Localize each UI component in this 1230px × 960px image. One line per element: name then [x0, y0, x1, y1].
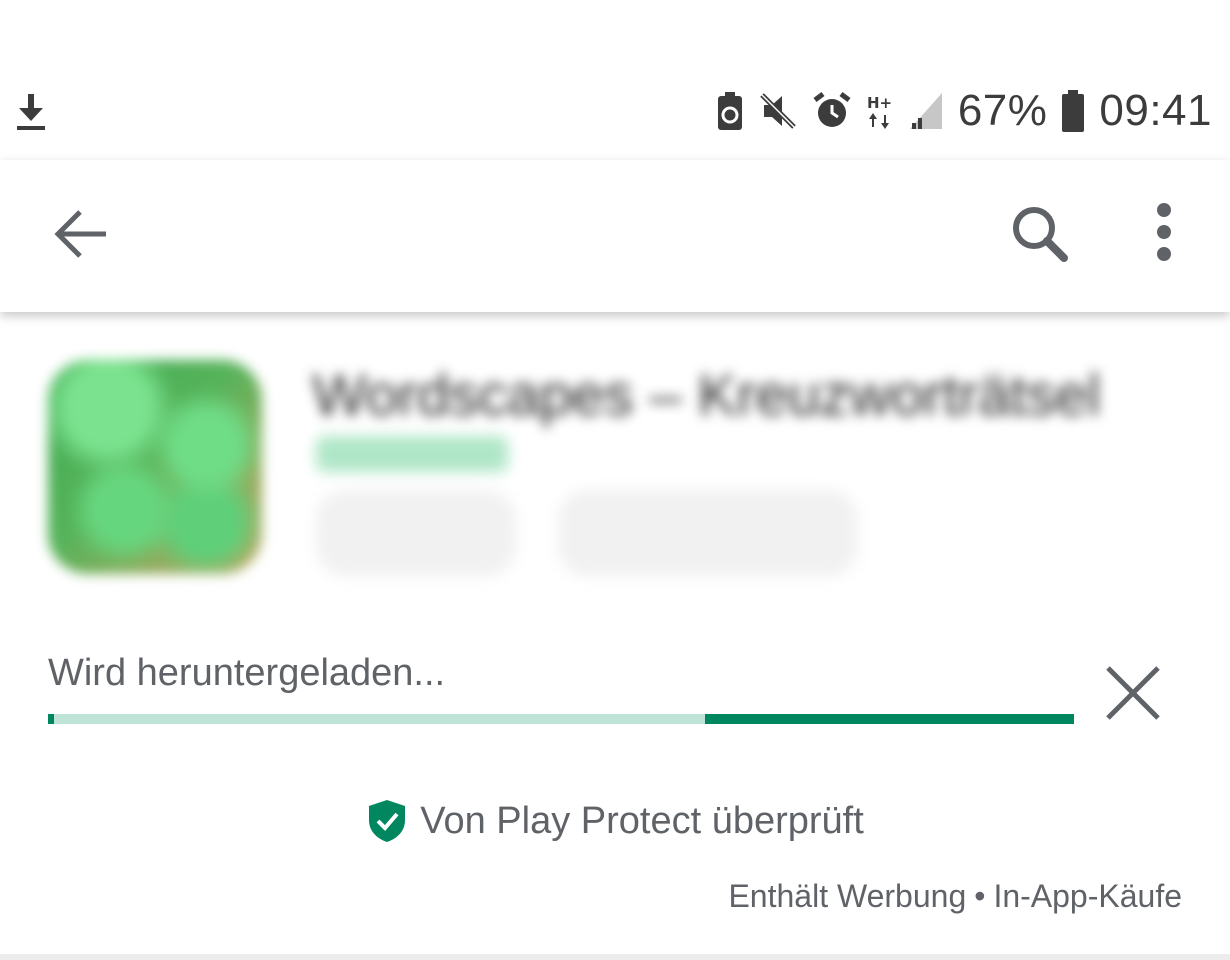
clock: 09:41	[1099, 86, 1212, 135]
signal-icon	[908, 91, 944, 131]
download-progress-fill	[705, 714, 1074, 724]
progress-start-marker	[48, 714, 54, 724]
cancel-download-button[interactable]	[1100, 664, 1168, 724]
status-icons: H+ 67% 09:41	[716, 86, 1212, 136]
download-status-text: Wird heruntergeladen...	[48, 652, 446, 694]
in-app-purchases-label: In-App-Käufe	[993, 878, 1182, 914]
back-button[interactable]	[48, 200, 116, 268]
close-icon	[1106, 666, 1160, 720]
contains-ads-label: Enthält Werbung	[728, 878, 967, 914]
app-header: Wordscapes – Kreuzworträtsel	[0, 312, 1230, 612]
play-protect-label: Von Play Protect überprüft	[420, 799, 864, 842]
search-button[interactable]	[1002, 196, 1078, 272]
alarm-icon	[812, 91, 852, 131]
download-progress-bar	[48, 714, 1074, 724]
app-icon	[48, 360, 262, 574]
svg-text:H+: H+	[867, 94, 892, 112]
content-rating-chip[interactable]	[558, 490, 858, 576]
app-title: Wordscapes – Kreuzworträtsel	[312, 363, 1101, 428]
back-arrow-icon	[54, 210, 106, 258]
shield-check-icon	[369, 800, 406, 842]
app-bar	[0, 160, 1230, 312]
ad-info: Enthält Werbung • In-App-Käufe	[728, 878, 1182, 915]
battery-percent: 67%	[957, 86, 1048, 135]
battery-saver-icon	[716, 91, 744, 131]
download-icon	[14, 92, 48, 132]
app-developer[interactable]	[316, 436, 508, 472]
play-protect-badge: Von Play Protect überprüft	[0, 798, 1230, 844]
status-bar: H+ 67% 09:41	[0, 0, 1230, 160]
more-vert-icon	[1157, 203, 1171, 261]
search-icon	[1013, 207, 1068, 262]
separator-dot: •	[974, 878, 986, 914]
category-chip[interactable]	[316, 490, 516, 576]
divider	[0, 954, 1230, 960]
network-type-icon: H+	[866, 91, 894, 131]
mute-icon	[758, 91, 798, 131]
more-options-button[interactable]	[1140, 196, 1188, 272]
battery-icon	[1061, 89, 1085, 133]
